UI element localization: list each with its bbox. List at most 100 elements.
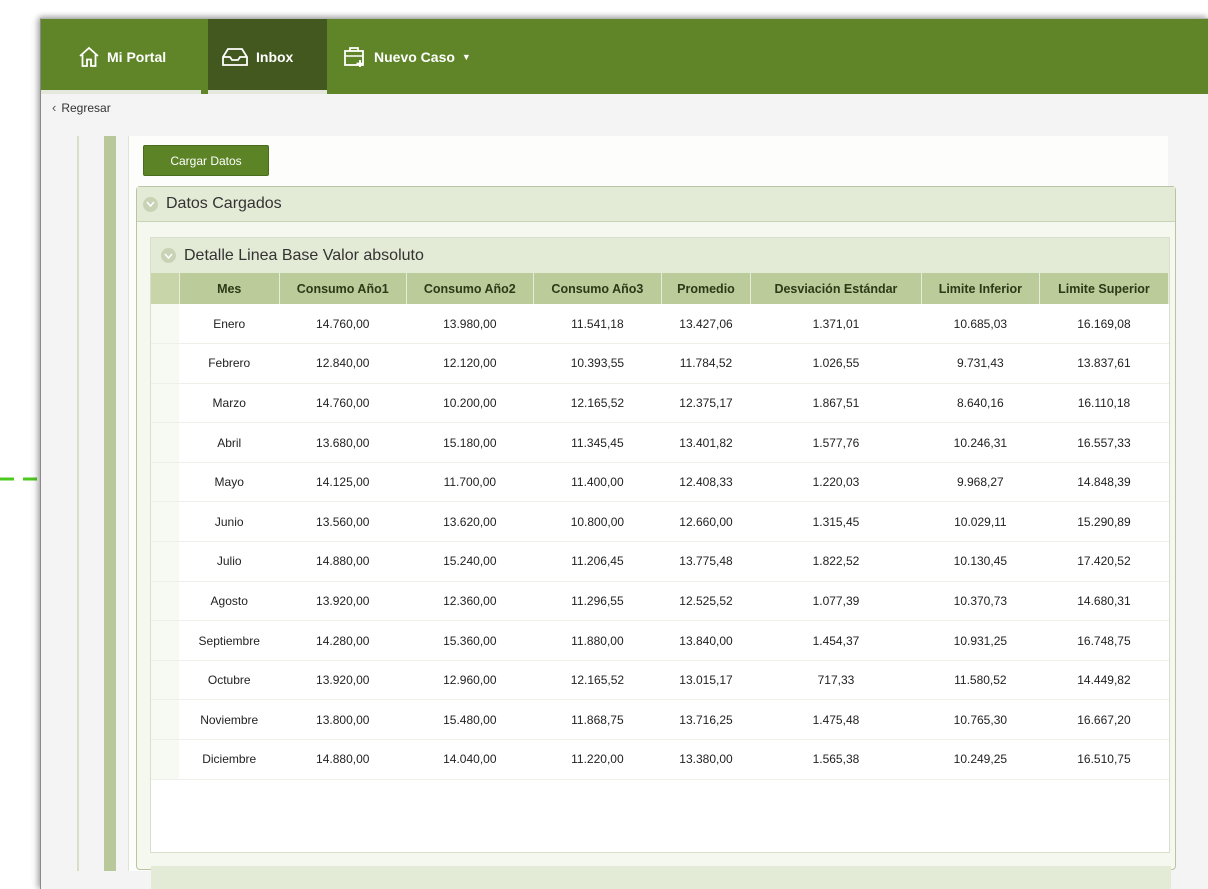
detalle-linea-base-title: Detalle Linea Base Valor absoluto	[184, 246, 424, 264]
row-selector[interactable]	[151, 739, 180, 780]
column-header[interactable]: Consumo Año3	[533, 273, 662, 304]
table-cell: 13.837,61	[1039, 343, 1169, 384]
nav-inbox[interactable]: Inbox	[208, 19, 327, 94]
table-cell: 11.580,52	[921, 660, 1040, 701]
table-row[interactable]: Noviembre 13.800,00 15.480,00 11.868,75 13.7…	[151, 699, 1169, 741]
chevron-down-icon: ▼	[461, 51, 471, 62]
table-cell: 13.015,17	[661, 660, 751, 701]
row-selector[interactable]	[151, 501, 180, 543]
table-cell: 14.125,00	[279, 462, 407, 503]
table-cell: Abril	[179, 422, 280, 463]
column-header[interactable]: Desviación Estándar	[750, 273, 922, 304]
table-cell: 14.280,00	[279, 620, 407, 661]
table-cell: 15.480,00	[406, 699, 534, 741]
row-selector[interactable]	[151, 343, 180, 384]
row-selector[interactable]	[151, 541, 180, 582]
table-cell: 10.029,11	[921, 501, 1040, 543]
table-cell: 1.475,48	[750, 699, 922, 741]
table-row[interactable]: Septiembre 14.280,00 15.360,00 11.880,00 13.…	[151, 620, 1169, 661]
grid-header-row: Mes Consumo Año1 Consumo Año2 Consumo Año3 P…	[151, 273, 1170, 304]
table-cell: 13.775,48	[661, 541, 751, 582]
table-cell: 12.525,52	[661, 581, 751, 622]
table-cell: 12.660,00	[661, 501, 751, 543]
table-cell: 1.454,37	[750, 620, 922, 661]
table-cell: 12.960,00	[406, 660, 534, 701]
table-row[interactable]: Mayo 14.125,00 11.700,00 11.400,00 12.408,33…	[151, 462, 1169, 503]
table-cell: Agosto	[179, 581, 280, 622]
table-cell: 1.315,45	[750, 501, 922, 543]
table-row[interactable]: Agosto 13.920,00 12.360,00 11.296,55 12.525,…	[151, 581, 1169, 622]
row-selector[interactable]	[151, 620, 180, 661]
table-cell: 11.206,45	[533, 541, 662, 582]
table-cell: 1.026,55	[750, 343, 922, 384]
table-cell: 13.980,00	[406, 304, 534, 345]
table-row[interactable]: Octubre 13.920,00 12.960,00 12.165,52 13.015…	[151, 660, 1169, 701]
table-cell: 13.920,00	[279, 660, 407, 701]
table-cell: 13.560,00	[279, 501, 407, 543]
column-header[interactable]: Mes	[179, 273, 280, 304]
table-cell: 10.685,03	[921, 304, 1040, 345]
table-cell: Diciembre	[179, 739, 280, 780]
table-cell: 11.868,75	[533, 699, 662, 741]
table-row[interactable]: Junio 13.560,00 13.620,00 10.800,00 12.660,0…	[151, 501, 1169, 543]
table-cell: 12.375,17	[661, 383, 751, 424]
datos-cargados-panel: Datos Cargados Detalle Linea Base Valor …	[136, 186, 1176, 889]
back-link[interactable]: ‹ Regresar	[52, 100, 111, 115]
table-cell: 14.760,00	[279, 383, 407, 424]
table-cell: 10.200,00	[406, 383, 534, 424]
table-cell: 1.565,38	[750, 739, 922, 780]
table-cell: 9.731,43	[921, 343, 1040, 384]
table-cell: 13.800,00	[279, 699, 407, 741]
datos-cargados-header[interactable]: Datos Cargados	[137, 187, 1175, 222]
nav-mi-portal[interactable]: Mi Portal	[41, 19, 201, 94]
row-selector[interactable]	[151, 304, 180, 345]
table-cell: 13.680,00	[279, 422, 407, 463]
table-cell: 14.680,31	[1039, 581, 1169, 622]
table-cell: 13.401,82	[661, 422, 751, 463]
nav-inbox-label: Inbox	[256, 48, 294, 65]
table-row[interactable]: Marzo 14.760,00 10.200,00 12.165,52 12.375,1…	[151, 383, 1169, 424]
detalle-linea-base-panel: Detalle Linea Base Valor absoluto Mes Con…	[150, 237, 1171, 889]
row-selector[interactable]	[151, 660, 180, 701]
table-cell: 13.380,00	[661, 739, 751, 780]
table-row[interactable]: Abril 13.680,00 15.180,00 11.345,45 13.401,8…	[151, 422, 1169, 463]
table-cell: 1.577,76	[750, 422, 922, 463]
row-selector[interactable]	[151, 422, 180, 463]
table-cell: 16.110,18	[1039, 383, 1169, 424]
nav-nuevo-caso[interactable]: Nuevo Caso ▼	[327, 19, 517, 94]
table-cell: 9.968,27	[921, 462, 1040, 503]
new-case-icon	[344, 46, 364, 67]
inbox-icon	[222, 47, 248, 66]
table-cell: 1.867,51	[750, 383, 922, 424]
table-cell: 11.296,55	[533, 581, 662, 622]
row-selector[interactable]	[151, 581, 180, 622]
row-selector-header[interactable]	[151, 273, 180, 304]
table-cell: 12.840,00	[279, 343, 407, 384]
table-cell: 11.400,00	[533, 462, 662, 503]
table-cell: 14.880,00	[279, 739, 407, 780]
table-row[interactable]: Febrero 12.840,00 12.120,00 10.393,55 11.784…	[151, 343, 1169, 384]
table-cell: Junio	[179, 501, 280, 543]
left-stripe-wide	[104, 136, 116, 871]
column-header[interactable]: Limite Inferior	[921, 273, 1040, 304]
column-header[interactable]: Promedio	[661, 273, 752, 304]
row-selector[interactable]	[151, 383, 180, 424]
collapse-icon[interactable]	[143, 196, 158, 212]
cargar-datos-button[interactable]: Cargar Datos	[143, 145, 269, 176]
row-selector[interactable]	[151, 462, 180, 503]
table-row[interactable]: Diciembre 14.880,00 14.040,00 11.220,00 13.3…	[151, 739, 1169, 780]
table-row[interactable]: Enero 14.760,00 13.980,00 11.541,18 13.427,0…	[151, 304, 1169, 345]
column-header[interactable]: Consumo Año2	[406, 273, 534, 304]
table-row[interactable]: Julio 14.880,00 15.240,00 11.206,45 13.775,4…	[151, 541, 1169, 582]
detalle-linea-base-header[interactable]: Detalle Linea Base Valor absoluto	[151, 238, 1169, 273]
table-cell: 14.449,82	[1039, 660, 1169, 701]
row-selector[interactable]	[151, 699, 180, 741]
table-cell: 16.667,20	[1039, 699, 1169, 741]
table-cell: 11.541,18	[533, 304, 662, 345]
collapse-icon[interactable]	[161, 248, 176, 263]
column-header[interactable]: Consumo Año1	[279, 273, 407, 304]
column-header[interactable]: Limite Superior	[1039, 273, 1170, 304]
table-cell: 16.557,33	[1039, 422, 1169, 463]
table-cell: 1.220,03	[750, 462, 922, 503]
table-cell: 10.765,30	[921, 699, 1040, 741]
